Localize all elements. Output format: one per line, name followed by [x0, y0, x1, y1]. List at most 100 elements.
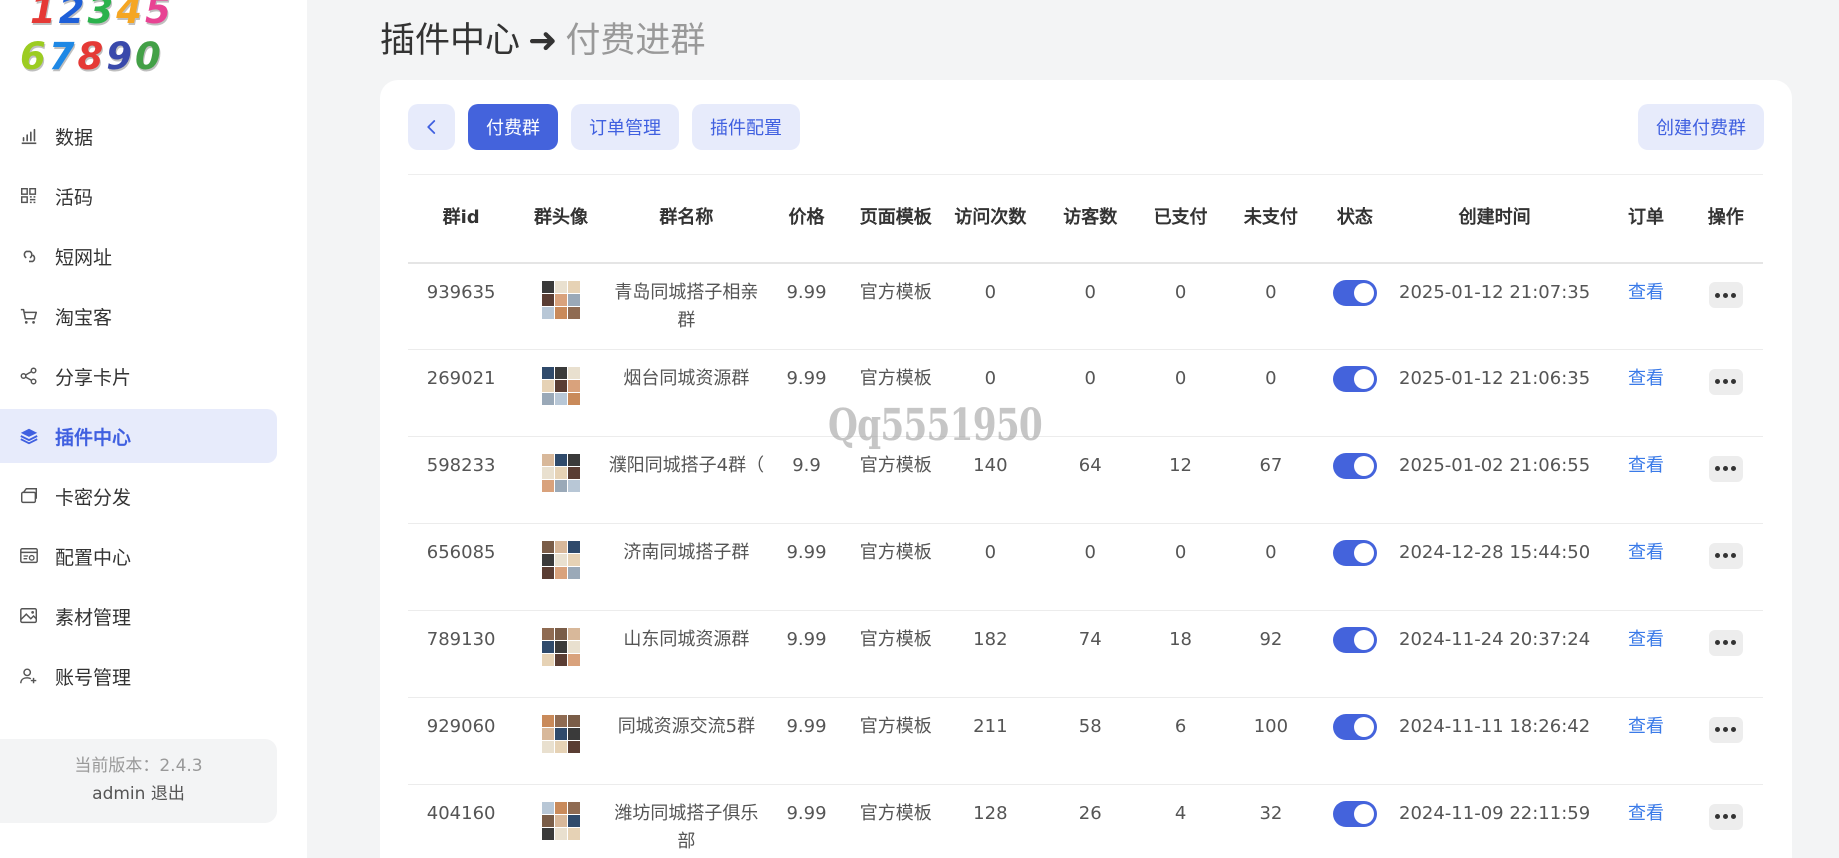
actions-cell [1689, 611, 1763, 698]
tab-orders[interactable]: 订单管理 [571, 104, 679, 150]
sidebar-item[interactable]: 活码 [0, 169, 277, 223]
dot-icon [1723, 292, 1729, 298]
status-cell [1324, 437, 1386, 524]
status-toggle[interactable] [1332, 627, 1377, 653]
settings-window-icon [18, 545, 40, 567]
actions-cell [1689, 263, 1763, 350]
status-toggle[interactable] [1332, 366, 1377, 392]
table-row: 939635 青岛同城搭子相亲群 9.99 官方模板 0 0 0 0 2025-01-12 21… [408, 263, 1763, 350]
dot-icon [1723, 727, 1729, 732]
group-id-cell: 598233 [426, 455, 496, 476]
actions-cell [1689, 785, 1763, 858]
group-name-cell: 同城资源交流5群 [617, 716, 756, 737]
group-id-cell: 404160 [426, 803, 496, 824]
visits-cell: 0 [984, 281, 997, 303]
logo-digits-row-1: 12345 [30, 0, 174, 29]
group-avatar-cell [514, 437, 608, 524]
sidebar-item[interactable]: 配置中心 [0, 529, 277, 583]
template-cell: 官方模板 [859, 629, 932, 650]
status-toggle[interactable] [1332, 540, 1377, 566]
paid-cell: 18 [1169, 629, 1193, 650]
visits-cell: 128 [973, 803, 1008, 824]
status-toggle[interactable] [1332, 714, 1377, 740]
created-time-cell: 2025-01-12 21:07:35 [1399, 281, 1591, 303]
logo-digit: 9 [106, 35, 135, 74]
sidebar-item[interactable]: 数据 [0, 109, 277, 163]
tab-paid-group[interactable]: 付费群 [468, 104, 558, 150]
col-group-name-header: 群名称 [659, 207, 714, 229]
sidebar-item[interactable]: 账号管理 [0, 649, 277, 703]
status-toggle[interactable] [1332, 453, 1377, 479]
price-cell: 9.99 [786, 542, 827, 563]
dot-icon [1731, 727, 1737, 732]
view-orders-link[interactable]: 查看 [1604, 263, 1689, 350]
paid-cell: 4 [1174, 803, 1187, 824]
col-visits-header: 访问次数 [954, 207, 1027, 229]
more-actions-button[interactable] [1708, 629, 1743, 656]
logo-digit: 2 [58, 0, 88, 32]
view-orders-link[interactable]: 查看 [1604, 611, 1689, 698]
col-orders-header: 订单 [1628, 207, 1665, 229]
actions-cell [1689, 350, 1763, 437]
group-avatar [542, 541, 581, 579]
sidebar-item[interactable]: 插件中心 [0, 409, 277, 463]
group-name-cell: 烟台同城资源群 [623, 368, 750, 389]
view-orders-link[interactable]: 查看 [1604, 437, 1689, 524]
group-avatar-cell [514, 611, 608, 698]
group-avatar-cell [514, 785, 608, 858]
status-cell [1324, 350, 1386, 437]
sidebar-item[interactable]: 分享卡片 [0, 349, 277, 403]
dot-icon [1723, 553, 1729, 558]
more-actions-button[interactable] [1708, 282, 1743, 308]
group-id-cell: 656085 [426, 542, 496, 563]
bar-chart-icon [18, 125, 40, 147]
view-orders-link[interactable]: 查看 [1604, 698, 1689, 785]
sidebar-item[interactable]: 淘宝客 [0, 289, 277, 343]
template-cell: 官方模板 [859, 281, 932, 303]
sidebar-item[interactable]: 卡密分发 [0, 469, 277, 523]
unpaid-cell: 32 [1259, 803, 1283, 824]
group-name-cell: 潍坊同城搭子俱乐部 [614, 803, 759, 852]
col-unpaid-header: 未支付 [1243, 207, 1298, 229]
sidebar-item-label: 素材管理 [55, 606, 132, 629]
visitors-cell: 64 [1078, 455, 1102, 476]
more-actions-button[interactable] [1708, 542, 1743, 569]
group-avatar-cell [514, 698, 608, 785]
dot-icon [1715, 379, 1721, 384]
group-name-cell: 濮阳同城搭子4群（ [608, 455, 765, 476]
status-toggle[interactable] [1332, 279, 1377, 306]
more-actions-button[interactable] [1708, 368, 1743, 395]
col-price-header: 价格 [788, 207, 825, 229]
view-orders-link[interactable]: 查看 [1604, 785, 1689, 858]
tab-config[interactable]: 插件配置 [692, 104, 800, 150]
actions-cell [1689, 698, 1763, 785]
sidebar-item[interactable]: 素材管理 [0, 589, 277, 643]
view-orders-link[interactable]: 查看 [1604, 524, 1689, 611]
create-paid-group-button[interactable]: 创建付费群 [1638, 104, 1764, 150]
user-add-icon [18, 665, 40, 687]
view-orders-link[interactable]: 查看 [1604, 350, 1689, 437]
col-actions-header: 操作 [1707, 207, 1744, 229]
col-paid-header: 已支付 [1153, 207, 1208, 229]
more-actions-button[interactable] [1708, 803, 1743, 830]
created-time-cell: 2024-11-09 22:11:59 [1399, 803, 1591, 824]
sidebar-item[interactable]: 短网址 [0, 229, 277, 283]
more-actions-button[interactable] [1708, 716, 1743, 743]
logo-digit: 7 [48, 35, 78, 74]
col-group-avatar-header: 群头像 [534, 207, 589, 229]
visitors-cell: 0 [1084, 368, 1096, 389]
more-actions-button[interactable] [1708, 455, 1743, 482]
back-button[interactable] [408, 104, 455, 150]
status-toggle[interactable] [1332, 801, 1377, 827]
dot-icon [1715, 553, 1721, 558]
logout-link[interactable]: 退出 [151, 784, 185, 804]
dot-icon [1715, 292, 1721, 298]
layers-icon [18, 425, 40, 447]
logo-digit: 6 [20, 35, 49, 74]
paid-group-table: 群id 群头像 群名称 价格 页面模板 访问次数 访客数 已支付 未支付 状态 创建时间 订单 操作 9… [408, 174, 1763, 858]
col-template-header: 页面模板 [859, 207, 932, 229]
username: admin [92, 784, 146, 804]
template-cell: 官方模板 [859, 542, 932, 563]
logo: 12345 67890 [10, 0, 264, 74]
logo-digit: 1 [30, 0, 59, 32]
